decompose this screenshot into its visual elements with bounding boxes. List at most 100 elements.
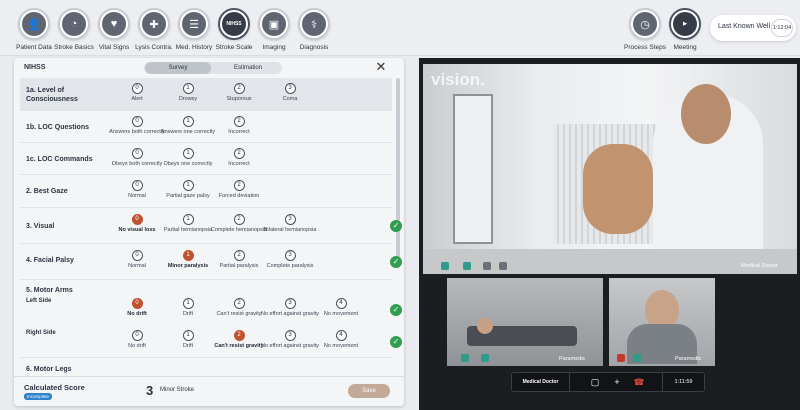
window — [453, 94, 493, 244]
close-icon[interactable]: ✕ — [374, 60, 388, 74]
diagnosis-icon: ⚕ — [302, 12, 326, 36]
sub-label-left: Left Side — [26, 298, 52, 304]
nihss-row-1c: 1c. LOC Commands 0 Obeys both correctly 1… — [20, 143, 392, 175]
check-icon: ✓ — [390, 256, 402, 268]
option-3[interactable]: 3 Bilateral hemianopsia — [260, 214, 320, 234]
check-icon: ✓ — [390, 304, 402, 316]
option-number: 2 — [233, 214, 245, 225]
last-known-well-value: 1:12:04 — [771, 19, 793, 37]
participant-name: Paramedic — [675, 356, 702, 362]
doctor-head — [681, 84, 731, 144]
status-badge: Incomplete — [24, 393, 53, 400]
mic-icon[interactable] — [461, 354, 469, 362]
option-number: 1 — [182, 250, 194, 261]
option-4[interactable]: 4 No movement — [311, 330, 371, 350]
option-number: 3 — [284, 214, 296, 225]
mic-muted-icon[interactable] — [617, 354, 625, 362]
option-number: 0 — [131, 148, 143, 159]
hang-up-icon[interactable]: ☎ — [630, 373, 648, 391]
mic-icon[interactable] — [441, 262, 449, 270]
nihss-icon: NIHSS — [222, 12, 246, 36]
option-2[interactable]: 2 Incorrect — [209, 148, 269, 168]
paramedic-video-1: Paramedic — [447, 278, 603, 366]
option-4[interactable]: 4 No movement — [311, 298, 371, 318]
patient-head — [477, 318, 493, 334]
check-icon: ✓ — [390, 220, 402, 232]
heart-icon: ♥ — [102, 12, 126, 36]
participant-name: Paramedic — [559, 356, 586, 362]
screen-share-icon[interactable]: ▢ — [586, 373, 604, 391]
score-value: 3 — [146, 383, 154, 398]
option-number: 3 — [284, 83, 296, 94]
nav-diagnosis[interactable]: ⚕ Diagnosis — [290, 8, 338, 51]
row-label: 4. Facial Palsy — [26, 257, 74, 264]
option-number: 4 — [335, 298, 347, 309]
option-text: Incorrect — [228, 161, 250, 167]
option-2[interactable]: 2 Forced deviation — [209, 180, 269, 200]
panel-title: NIHSS — [24, 64, 46, 71]
option-number: 1 — [182, 83, 194, 94]
video-icon: ▶ — [673, 12, 697, 36]
scrollbar[interactable] — [396, 78, 400, 268]
calculated-score-label: Calculated Score — [24, 383, 85, 392]
nihss-row-2: 2. Best Gaze 0 Normal 1 Partial gaze palsy… — [20, 175, 392, 208]
option-text: Coma — [282, 96, 298, 102]
nav-label: Diagnosis — [299, 44, 329, 51]
option-number: 0 — [131, 116, 143, 127]
row-label: 1b. LOC Questions — [26, 124, 90, 131]
gauge-icon: ◔ — [62, 12, 86, 36]
nihss-row-4: 4. Facial Palsy 0 Normal 1 Minor paralysis… — [20, 244, 402, 280]
option-number: 2 — [233, 148, 245, 159]
brand-watermark: vision. — [431, 70, 485, 89]
camera-icon[interactable] — [633, 354, 641, 362]
option-number: 3 — [284, 298, 296, 309]
settings-icon[interactable] — [499, 262, 507, 270]
row-label: 1a. Level of Consciousness — [26, 87, 78, 103]
last-known-well: Last Known Well 1:12:04 — [710, 15, 796, 41]
syringe-icon: ✚ — [142, 12, 166, 36]
option-number: 3 — [284, 250, 296, 261]
camera-icon[interactable] — [463, 262, 471, 270]
row-label: 5. Motor Arms — [26, 287, 73, 294]
mode-switch: Survey Estimation — [144, 62, 282, 74]
option-number: 1 — [182, 298, 194, 309]
camera-icon[interactable] — [481, 354, 489, 362]
option-number: 0 — [131, 214, 143, 225]
paramedic-video-2: Paramedic — [609, 278, 715, 366]
tab-estimation[interactable]: Estimation — [215, 62, 281, 74]
nav-meeting[interactable]: ▶ Meeting — [661, 8, 709, 51]
option-number: 2 — [233, 330, 245, 341]
option-text: No movement — [323, 311, 359, 317]
desk — [423, 249, 797, 274]
add-participant-icon[interactable]: + — [608, 373, 626, 391]
check-icon: ✓ — [390, 336, 402, 348]
row-label: 3. Visual — [26, 223, 55, 230]
option-number: 2 — [233, 250, 245, 261]
severity-label: Minor Stroke — [160, 387, 195, 393]
doctor-hand — [583, 144, 653, 234]
score-footer: Calculated Score Incomplete 3 Minor Stro… — [14, 376, 404, 406]
option-2[interactable]: 2 Incorrect — [209, 116, 269, 136]
save-button[interactable]: Save — [348, 384, 390, 398]
call-controls: Medical Doctor ▢ + ☎ 1:11:59 — [511, 372, 705, 392]
nihss-row-1b: 1b. LOC Questions 0 Answers both correctl… — [20, 111, 392, 143]
video-call: vision. Medical Doctor Paramedic Paramed… — [419, 58, 800, 410]
nihss-row-5: 5. Motor Arms Left Side 0 No drift 1 Drift… — [20, 280, 402, 358]
nihss-row-3: 3. Visual 0 No visual loss 1 Partial hemia… — [20, 208, 402, 244]
participant-name: Medical Doctor — [741, 263, 778, 269]
option-text: No movement — [323, 343, 359, 349]
link-icon[interactable] — [483, 262, 491, 270]
option-text: Bilateral hemianopsia — [263, 227, 317, 233]
option-number: 2 — [233, 116, 245, 127]
option-number: 0 — [131, 250, 143, 261]
option-3[interactable]: 3 Complete paralysis — [260, 250, 320, 270]
clipboard-icon: ☰ — [182, 12, 206, 36]
nihss-row-6: 6. Motor Legs — [20, 358, 392, 376]
option-text: Incorrect — [228, 129, 250, 135]
option-number: 4 — [335, 330, 347, 341]
option-number: 1 — [182, 330, 194, 341]
tab-survey[interactable]: Survey — [145, 62, 211, 74]
option-number: 0 — [131, 298, 143, 309]
option-3[interactable]: 3 Coma — [260, 83, 320, 103]
clock-icon: ◷ — [633, 12, 657, 36]
